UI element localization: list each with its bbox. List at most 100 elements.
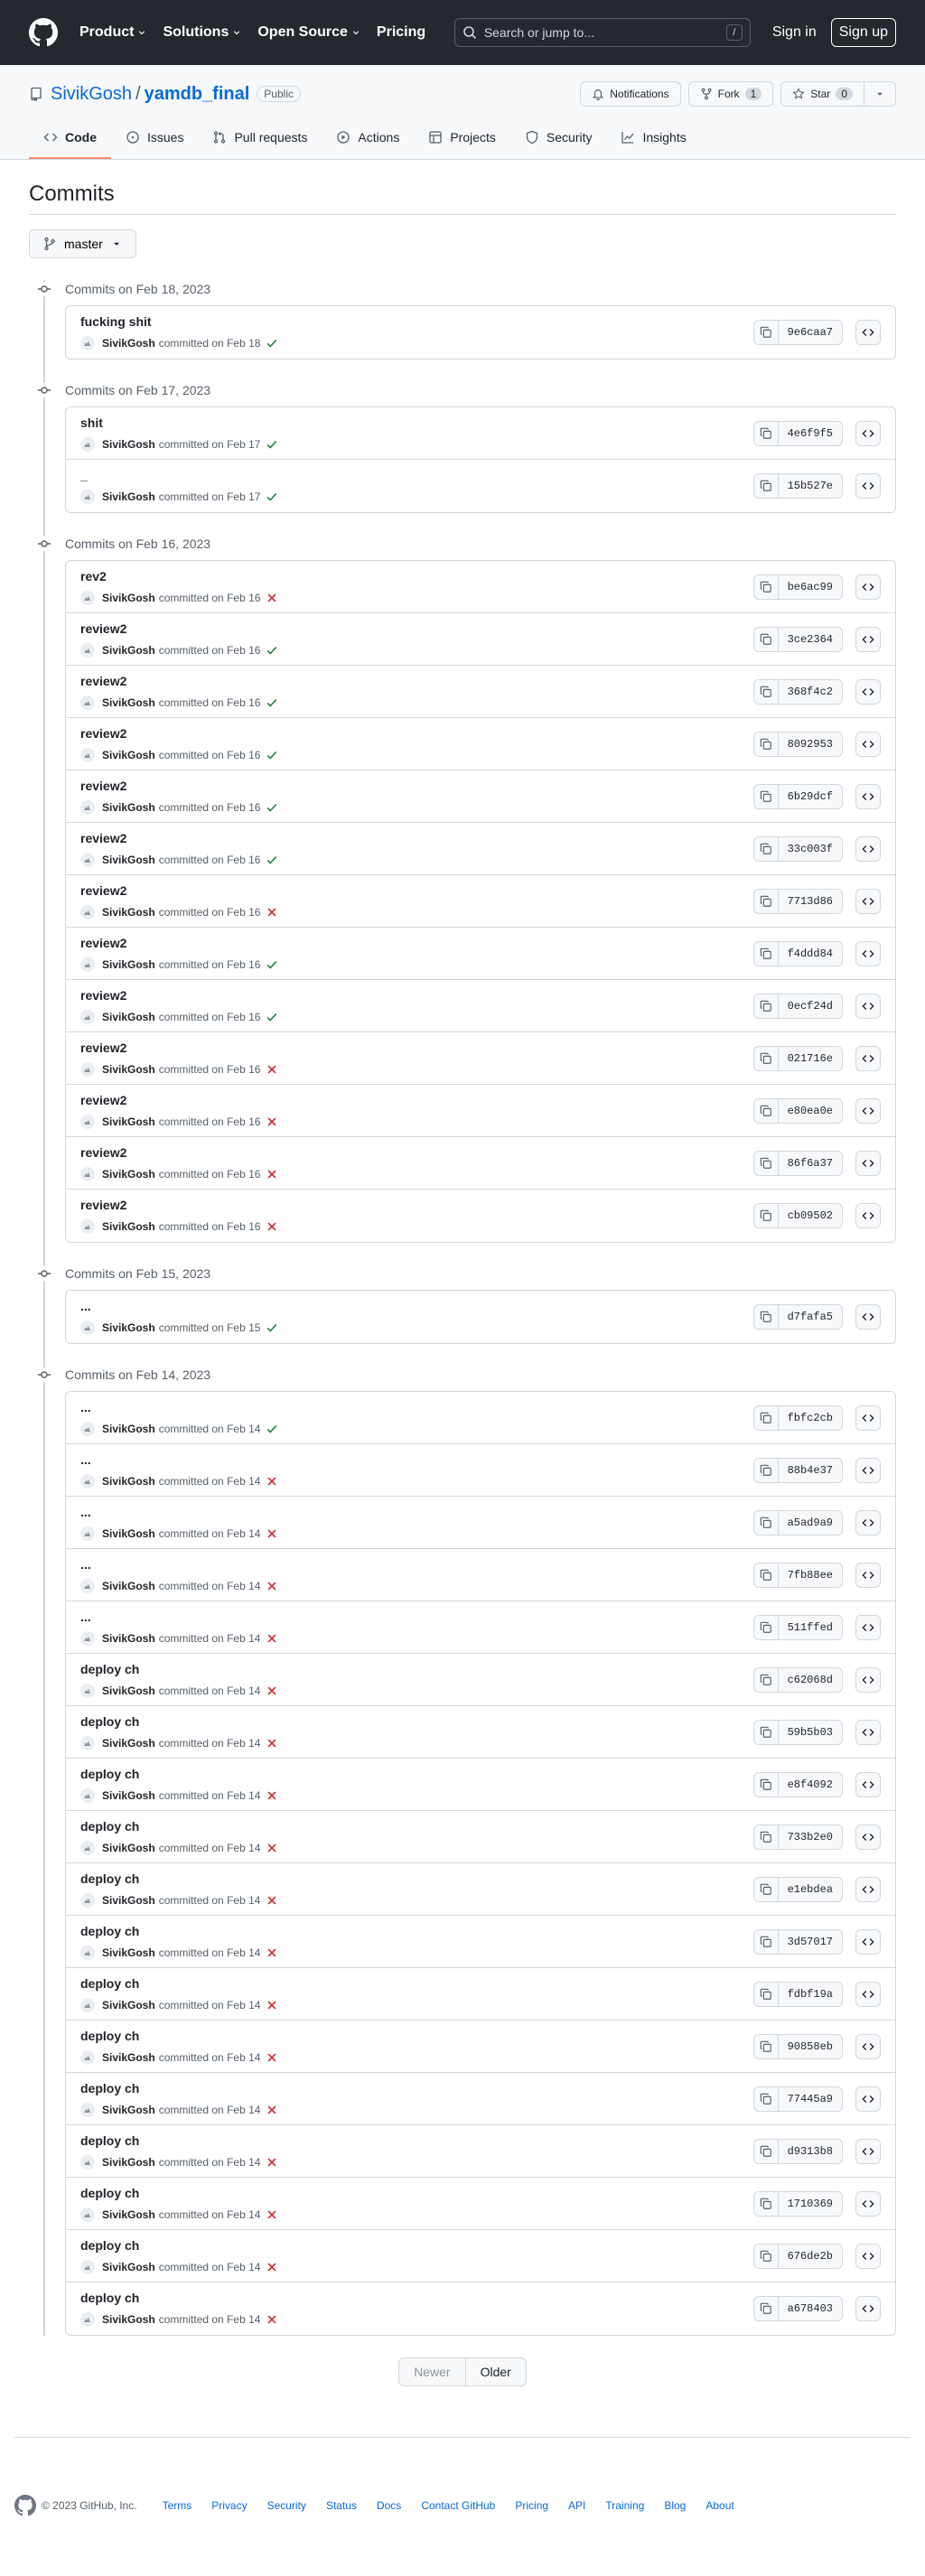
top-nav-pricing[interactable]: Pricing — [377, 24, 425, 41]
copy-sha-button[interactable] — [752, 1203, 779, 1228]
browse-repo-button[interactable] — [855, 888, 881, 914]
commit-author-link[interactable]: SivikGosh — [102, 958, 155, 971]
avatar[interactable] — [80, 2102, 95, 2117]
check-icon[interactable] — [266, 1321, 278, 1334]
commit-message-link[interactable]: deploy ch — [80, 1662, 753, 1680]
avatar[interactable] — [80, 747, 95, 762]
avatar[interactable] — [80, 2207, 95, 2222]
commit-sha-link[interactable]: fbfc2cb — [778, 1405, 843, 1431]
commit-author-link[interactable]: SivikGosh — [102, 2261, 155, 2273]
commit-author-link[interactable]: SivikGosh — [102, 1423, 155, 1435]
commit-message-link[interactable]: review2 — [80, 1093, 753, 1111]
commit-sha-link[interactable]: e1ebdea — [778, 1876, 843, 1902]
copy-sha-button[interactable] — [752, 993, 779, 1019]
commit-message-link[interactable]: review2 — [80, 1198, 753, 1216]
copy-sha-button[interactable] — [752, 1457, 779, 1483]
copy-sha-button[interactable] — [752, 2296, 779, 2321]
x-icon[interactable] — [266, 2051, 278, 2064]
commit-author-link[interactable]: SivikGosh — [102, 2104, 155, 2116]
x-icon[interactable] — [266, 1220, 278, 1233]
commit-author-link[interactable]: SivikGosh — [102, 906, 155, 919]
tab-insights[interactable]: Insights — [606, 123, 700, 159]
commit-message-link[interactable]: deploy ch — [80, 1767, 753, 1785]
commit-sha-link[interactable]: 3ce2364 — [778, 626, 843, 652]
browse-repo-button[interactable] — [855, 2138, 881, 2164]
commit-author-link[interactable]: SivikGosh — [102, 749, 155, 761]
avatar[interactable] — [80, 1219, 95, 1234]
commit-author-link[interactable]: SivikGosh — [102, 490, 155, 503]
avatar[interactable] — [80, 1945, 95, 1960]
avatar[interactable] — [80, 695, 95, 710]
commit-author-link[interactable]: SivikGosh — [102, 1011, 155, 1023]
x-icon[interactable] — [266, 2261, 278, 2273]
browse-repo-button[interactable] — [855, 1876, 881, 1902]
older-button[interactable]: Older — [465, 2357, 527, 2386]
commit-author-link[interactable]: SivikGosh — [102, 1527, 155, 1540]
x-icon[interactable] — [266, 1527, 278, 1540]
copy-sha-button[interactable] — [752, 731, 779, 757]
commit-author-link[interactable]: SivikGosh — [102, 2156, 155, 2169]
commit-message-link[interactable]: review2 — [80, 936, 753, 954]
tab-actions[interactable]: Actions — [322, 123, 414, 159]
copy-sha-button[interactable] — [752, 1928, 779, 1955]
avatar[interactable] — [80, 1166, 95, 1181]
copy-sha-button[interactable] — [752, 1405, 779, 1431]
avatar[interactable] — [80, 590, 95, 605]
browse-repo-button[interactable] — [855, 783, 881, 809]
commit-author-link[interactable]: SivikGosh — [102, 1063, 155, 1076]
x-icon[interactable] — [266, 1475, 278, 1488]
footer-link-pricing[interactable]: Pricing — [515, 2499, 548, 2512]
browse-repo-button[interactable] — [855, 2086, 881, 2112]
search-input[interactable]: Search or jump to... / — [453, 18, 751, 47]
x-icon[interactable] — [266, 1789, 278, 1802]
commit-message-link[interactable]: ... — [80, 1505, 753, 1523]
x-icon[interactable] — [266, 2313, 278, 2326]
commit-author-link[interactable]: SivikGosh — [102, 438, 155, 451]
browse-repo-button[interactable] — [855, 1203, 881, 1228]
commit-sha-link[interactable]: a5ad9a9 — [778, 1509, 843, 1535]
commit-sha-link[interactable]: 511ffed — [778, 1614, 843, 1640]
copy-sha-button[interactable] — [752, 1981, 779, 2007]
copy-sha-button[interactable] — [752, 1097, 779, 1124]
browse-repo-button[interactable] — [855, 1405, 881, 1431]
browse-repo-button[interactable] — [855, 940, 881, 966]
commit-sha-link[interactable]: 8092953 — [778, 731, 843, 757]
copy-sha-button[interactable] — [752, 1614, 779, 1640]
copy-sha-button[interactable] — [752, 2033, 779, 2059]
browse-repo-button[interactable] — [855, 2296, 881, 2321]
top-nav-product[interactable]: Product — [79, 24, 146, 41]
browse-repo-button[interactable] — [855, 1928, 881, 1955]
browse-repo-button[interactable] — [855, 1771, 881, 1797]
avatar[interactable] — [80, 436, 95, 452]
tab-issues[interactable]: Issues — [111, 123, 198, 159]
avatar[interactable] — [80, 957, 95, 972]
commit-message-link[interactable]: review2 — [80, 674, 753, 692]
copy-sha-button[interactable] — [752, 940, 779, 966]
browse-repo-button[interactable] — [855, 1457, 881, 1483]
avatar[interactable] — [80, 1683, 95, 1698]
browse-repo-button[interactable] — [855, 1150, 881, 1176]
tab-code[interactable]: Code — [29, 123, 111, 159]
commit-message-link[interactable]: deploy ch — [80, 2029, 753, 2047]
commit-author-link[interactable]: SivikGosh — [102, 801, 155, 814]
browse-repo-button[interactable] — [855, 320, 881, 345]
commit-author-link[interactable]: SivikGosh — [102, 1321, 155, 1334]
browse-repo-button[interactable] — [855, 2033, 881, 2059]
browse-repo-button[interactable] — [855, 1304, 881, 1330]
commit-sha-link[interactable]: 3d57017 — [778, 1928, 843, 1955]
repo-owner-link[interactable]: SivikGosh — [51, 84, 132, 105]
repo-name-link[interactable]: yamdb_final — [145, 84, 250, 105]
copy-sha-button[interactable] — [752, 678, 779, 705]
check-icon[interactable] — [266, 438, 278, 451]
commit-sha-link[interactable]: f4ddd84 — [778, 940, 843, 966]
copy-sha-button[interactable] — [752, 320, 779, 345]
avatar[interactable] — [80, 852, 95, 867]
commit-message-link[interactable]: ... — [80, 1557, 753, 1575]
commit-sha-link[interactable]: 4e6f9f5 — [778, 420, 843, 446]
commit-message-link[interactable]: ... — [80, 1299, 753, 1317]
copy-sha-button[interactable] — [752, 2086, 779, 2112]
commit-message-link[interactable]: _ — [80, 468, 753, 486]
commit-message-link[interactable]: deploy ch — [80, 1714, 753, 1732]
commit-message-link[interactable]: review2 — [80, 726, 753, 744]
x-icon[interactable] — [266, 2104, 278, 2116]
